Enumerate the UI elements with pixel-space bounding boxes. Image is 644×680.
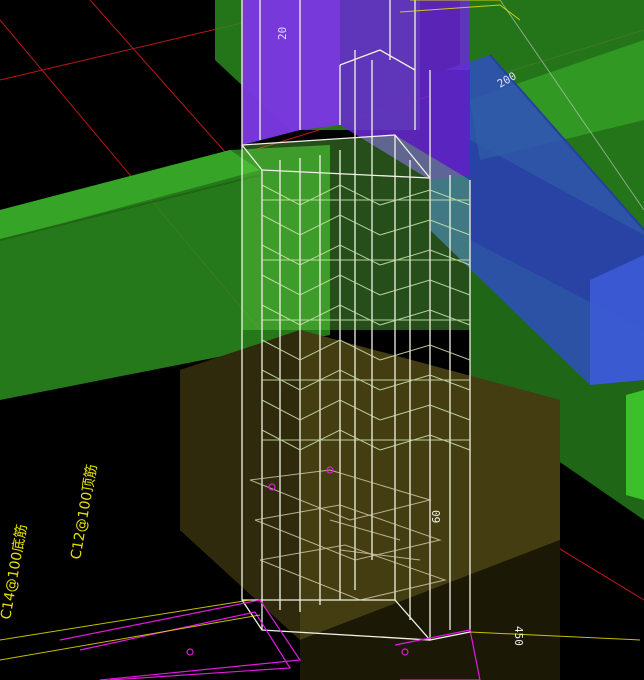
dimension-label-top: 20 (276, 27, 289, 40)
rebar-cage-upper-section (242, 135, 470, 330)
dimension-label-mid: 09 (429, 510, 442, 523)
dimension-label-bottom: 450 (512, 626, 525, 646)
cad-3d-viewport[interactable]: 20 200 09 450 C14@100底筋 C12@100顶筋 (0, 0, 644, 680)
